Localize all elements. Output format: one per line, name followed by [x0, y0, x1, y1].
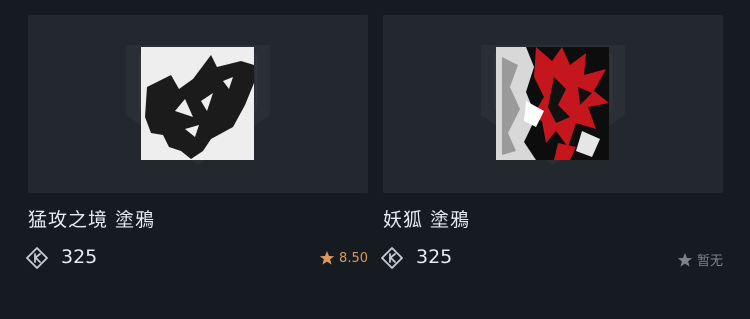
spray-card[interactable]: 妖狐 塗鴉 325 暂无: [381, 15, 723, 305]
currency-tag-icon: [26, 247, 48, 269]
spray-card[interactable]: 猛攻之境 塗鴉 325 8.50: [26, 15, 368, 305]
rhino-spray-art: [141, 47, 254, 160]
spray-meta: 325 8.50: [26, 246, 368, 269]
spray-grid: 猛攻之境 塗鴉 325 8.50 妖狐 塗鴉 325 暂无: [0, 0, 750, 319]
currency-tag-icon: [381, 247, 403, 269]
star-icon: [319, 251, 335, 265]
rating-value: 8.50: [339, 250, 368, 266]
spray-thumbnail[interactable]: [28, 15, 368, 193]
rating: 8.50: [319, 250, 368, 266]
star-icon: [677, 252, 693, 267]
spray-title: 猛攻之境 塗鴉: [28, 209, 156, 231]
rating-value: 暂无: [696, 254, 723, 269]
spray-title: 妖狐 塗鴉: [383, 209, 471, 231]
spray-price: 325: [416, 246, 453, 268]
spray-meta: 325 暂无: [381, 246, 723, 269]
spray-price: 325: [61, 246, 98, 268]
rating: 暂无: [677, 250, 723, 269]
spray-thumbnail[interactable]: [383, 15, 723, 193]
fox-spray-art: [496, 47, 609, 160]
